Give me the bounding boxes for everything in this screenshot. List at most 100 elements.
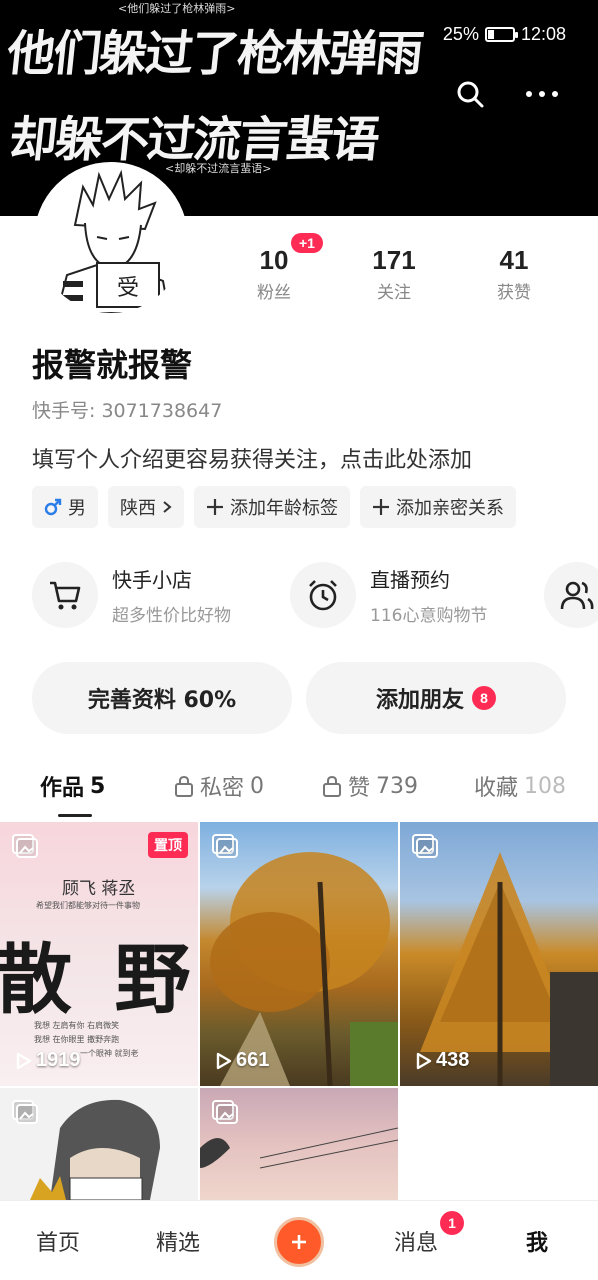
tab-favorites-count: 108 <box>524 773 567 799</box>
tab-favorites[interactable]: 收藏 108 <box>474 770 566 802</box>
create-post-button[interactable] <box>274 1217 324 1267</box>
battery-icon <box>484 27 518 42</box>
plus-icon <box>207 499 223 515</box>
ginkgo-tree-photo <box>420 852 598 1086</box>
cart-icon <box>32 562 98 628</box>
view-count: 661 <box>216 1049 269 1072</box>
service-live-title: 直播预约 <box>370 568 450 592</box>
nav-messages[interactable]: 消息 <box>394 1225 438 1257</box>
stat-following[interactable]: 171 关注 <box>344 245 444 303</box>
username: 报警就报警 <box>32 346 193 384</box>
post-card[interactable]: 661 <box>200 822 398 1086</box>
service-shop-sub: 超多性价比好物 <box>112 606 231 626</box>
post-card[interactable]: 438 <box>400 822 598 1086</box>
add-relation-tag[interactable]: 添加亲密关系 <box>360 486 516 528</box>
post-big-calligraphy: 散 野 <box>0 935 198 1024</box>
image-icon <box>12 1100 38 1124</box>
banner-caption-bottom: <却躲不过流言蜚语> <box>165 162 272 175</box>
view-count: 438 <box>416 1049 469 1072</box>
profile-tags: 男 陕西 添加年龄标签 添加亲密关系 <box>32 486 516 528</box>
nav-me[interactable]: 我 <box>526 1225 548 1257</box>
service-shop-title: 快手小店 <box>112 568 192 592</box>
post-poem-line3: 一个眼神 就到老 <box>80 1049 139 1058</box>
bio-placeholder[interactable]: 填写个人介绍更容易获得关注，点击此处添加 <box>32 442 472 474</box>
gender-tag[interactable]: 男 <box>32 486 98 528</box>
tab-liked-label: 赞 <box>348 776 371 801</box>
play-icon <box>416 1052 432 1069</box>
following-count: 171 <box>372 245 416 275</box>
tab-private-count: 0 <box>250 773 265 799</box>
post-title-names: 顾飞 蒋丞 <box>62 879 136 899</box>
messages-badge: 1 <box>440 1211 464 1235</box>
new-fans-badge: +1 <box>291 233 323 253</box>
image-icon <box>212 834 238 858</box>
following-label: 关注 <box>377 283 411 303</box>
add-friends-label: 添加朋友 <box>375 688 464 713</box>
stat-likes[interactable]: 41 获赞 <box>464 245 564 303</box>
add-relation-label: 添加亲密关系 <box>396 498 504 519</box>
post-card[interactable] <box>0 1088 198 1200</box>
alarm-icon <box>290 562 356 628</box>
chevron-right-icon <box>163 501 172 513</box>
friends-badge: 8 <box>472 686 496 710</box>
tab-liked[interactable]: 赞 739 <box>322 770 418 802</box>
search-icon[interactable] <box>450 74 490 114</box>
male-icon <box>44 498 62 516</box>
nav-home[interactable]: 首页 <box>36 1225 80 1257</box>
post-card[interactable] <box>200 1088 398 1200</box>
add-friends-button[interactable]: 添加朋友 8 <box>306 662 566 734</box>
fans-label: 粉丝 <box>257 283 291 303</box>
plus-icon <box>373 499 389 515</box>
tab-works-label: 作品 <box>40 776 85 801</box>
plus-icon <box>292 1235 306 1249</box>
play-icon <box>16 1052 32 1069</box>
banner-text-line1: 他们躲过了枪林弹雨 <box>4 26 425 82</box>
avatar-sign-text: 受 <box>117 276 139 301</box>
nav-featured[interactable]: 精选 <box>156 1225 200 1257</box>
status-bar: 25% 12:08 <box>443 24 566 45</box>
service-shop[interactable]: 快手小店 超多性价比好物 <box>32 562 231 628</box>
view-count-value: 661 <box>236 1049 270 1071</box>
complete-profile-button[interactable]: 完善资料 60% <box>32 662 292 734</box>
more-icon[interactable] <box>522 74 562 114</box>
view-count-value: 438 <box>436 1049 470 1071</box>
tab-works[interactable]: 作品 5 <box>40 770 105 802</box>
region-label: 陕西 <box>120 498 156 519</box>
add-age-tag[interactable]: 添加年龄标签 <box>194 486 350 528</box>
image-icon <box>412 834 438 858</box>
tab-favorites-label: 收藏 <box>474 776 519 801</box>
service-live-booking[interactable]: 直播预约 116心意购物节 <box>290 562 487 628</box>
play-icon <box>216 1052 232 1069</box>
lock-icon <box>323 775 341 797</box>
tab-private[interactable]: 私密 0 <box>174 770 264 802</box>
lock-icon <box>175 775 193 797</box>
autumn-tree-photo <box>210 852 398 1086</box>
tab-private-label: 私密 <box>200 776 245 801</box>
image-icon <box>212 1100 238 1124</box>
post-card[interactable]: 顾飞 蒋丞 希望我们都能够对待一件事物 散 野 我想 左肩有你 右肩微笑 我想 … <box>0 822 198 1086</box>
tab-works-count: 5 <box>90 773 106 799</box>
clock: 12:08 <box>520 24 566 44</box>
complete-profile-label: 完善资料 60% <box>87 688 237 713</box>
tab-liked-count: 739 <box>376 773 419 799</box>
add-age-label: 添加年龄标签 <box>230 498 338 519</box>
region-tag[interactable]: 陕西 <box>108 486 184 528</box>
avatar[interactable]: 受 <box>34 162 188 316</box>
active-tab-indicator <box>58 814 92 817</box>
service-live-sub: 116心意购物节 <box>370 606 488 626</box>
bottom-nav: 首页 精选 消息 1 我 <box>0 1200 598 1280</box>
service-row: 快手小店 超多性价比好物 直播预约 116心意购物节 <box>32 562 598 632</box>
pinned-badge: 置顶 <box>148 832 188 858</box>
profile-stats: 10 粉丝 +1 171 关注 41 获赞 <box>214 233 574 303</box>
service-more[interactable] <box>544 562 598 628</box>
content-tabs: 作品 5 私密 0 赞 739 收藏 108 <box>0 770 598 820</box>
post-poem-line2: 我想 在你眼里 撒野奔跑 <box>34 1035 120 1044</box>
battery-percent: 25% <box>442 24 479 44</box>
gender-label: 男 <box>68 498 86 519</box>
likes-count: 41 <box>499 245 529 275</box>
post-title-sub: 希望我们都能够对待一件事物 <box>36 901 140 910</box>
kuaishou-id[interactable]: 快手号: 3071738647 <box>32 396 222 423</box>
image-icon <box>12 834 38 858</box>
stat-fans[interactable]: 10 粉丝 +1 <box>224 233 324 303</box>
view-count: 1919 <box>16 1049 81 1072</box>
